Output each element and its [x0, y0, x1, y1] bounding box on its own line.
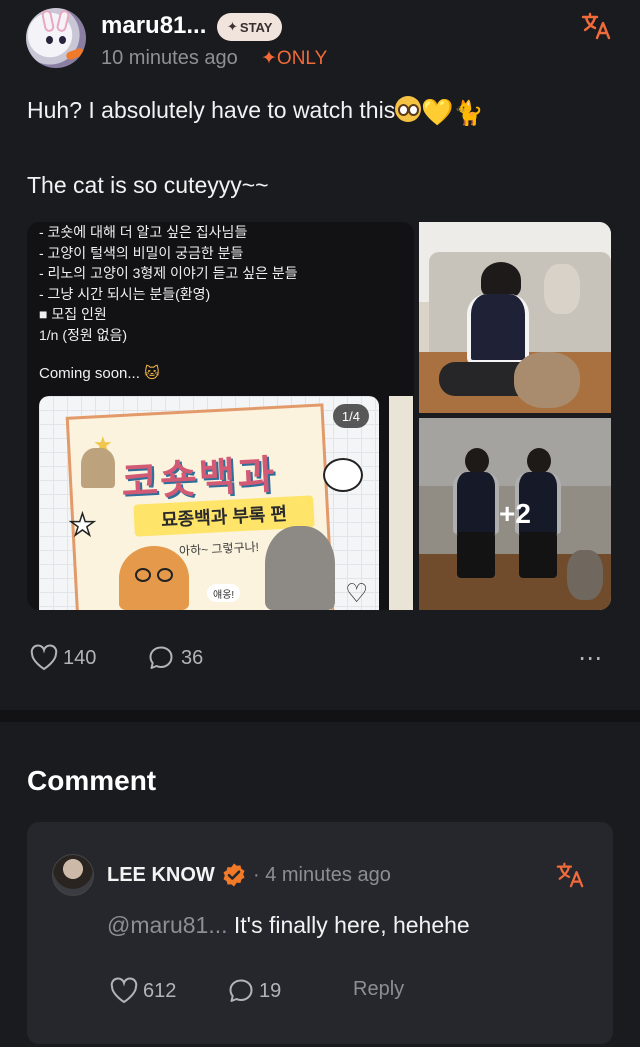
- speech-bubble-icon: [323, 458, 363, 492]
- cat-with-glasses-illustration: [119, 546, 189, 610]
- cat-face-icon: 🐱: [144, 365, 160, 382]
- commenter-avatar[interactable]: [52, 854, 94, 896]
- coming-soon-label: Coming soon...: [39, 365, 140, 382]
- heart-icon: [109, 977, 139, 1005]
- comment-like-button[interactable]: 612: [109, 977, 176, 1005]
- badge-label: STAY: [239, 19, 273, 35]
- like-count: 140: [63, 646, 97, 669]
- media-image-photo-1[interactable]: [419, 222, 611, 413]
- translate-icon[interactable]: [580, 10, 612, 42]
- more-photos-count[interactable]: +2: [419, 418, 611, 610]
- post-text-line2: The cat is so cuteyyy~~: [27, 172, 269, 198]
- only-badge: ✦ONLY: [261, 47, 327, 70]
- cat-icon: 🐈: [453, 100, 484, 127]
- cat-illustration: [81, 448, 115, 488]
- media-image-photo-2[interactable]: +2: [419, 418, 611, 610]
- post-text: Huh? I absolutely have to watch this: [27, 97, 396, 123]
- post-timestamp: 10 minutes ago: [101, 47, 238, 69]
- reply-button[interactable]: Reply: [353, 978, 404, 1001]
- commenter-name[interactable]: LEE KNOW: [107, 864, 215, 887]
- post: maru81... ✦ STAY 10 minutes ago ✦ONLY Hu…: [0, 0, 640, 710]
- only-label: ONLY: [276, 48, 328, 69]
- comment-heading: Comment: [27, 765, 157, 796]
- post-text-line1: Huh? I absolutely have to watch this 💛🐈: [27, 96, 483, 128]
- coming-soon-text: Coming soon... 🐱: [39, 364, 160, 382]
- comment-replies-button[interactable]: 19: [227, 977, 281, 1005]
- carousel-counter: 1/4: [332, 404, 369, 428]
- star-outline-icon: ★: [68, 508, 96, 543]
- sparkle-icon: ✦: [227, 19, 238, 34]
- user-avatar[interactable]: [26, 8, 86, 68]
- like-button[interactable]: 140: [29, 644, 96, 672]
- mention-link[interactable]: @maru81...: [107, 912, 228, 938]
- stay-badge: ✦ STAY: [217, 13, 283, 41]
- cat-illustration: [265, 526, 335, 610]
- comment-text: @maru81... It's finally here, hehehe: [107, 912, 470, 939]
- username[interactable]: maru81...: [101, 12, 206, 40]
- carousel-next-card[interactable]: [389, 396, 413, 610]
- heart-icon: [29, 644, 59, 672]
- comment-body: It's finally here, hehehe: [227, 912, 470, 938]
- notice-text: - 코숏에 대해 더 알고 싶은 집사님들 - 고양이 털색의 비밀이 궁금한 …: [39, 224, 298, 343]
- comment-timestamp: · 4 minutes ago: [253, 864, 391, 886]
- verified-icon: [221, 862, 247, 888]
- pleading-face-icon: [395, 96, 422, 122]
- card-label: 얘옹!: [207, 584, 241, 602]
- comment-count: 36: [181, 646, 204, 669]
- comment-card: LEE KNOW · 4 minutes ago @maru81... It's…: [27, 822, 613, 1044]
- comment-icon: [147, 644, 175, 672]
- cat-photo: [544, 264, 580, 314]
- cat-photo: [514, 352, 580, 408]
- carousel-card[interactable]: ★ 코숏백과 ★ 묘종백과 부록 편 아하~ 그렇구나! 얘옹! ♡ 1/4: [39, 396, 379, 610]
- heart-outline-icon[interactable]: ♡: [345, 578, 368, 609]
- comment-icon: [227, 977, 255, 1005]
- section-divider: [0, 710, 640, 722]
- media-image-main[interactable]: - 코숏에 대해 더 알고 싶은 집사님들 - 고양이 털색의 비밀이 궁금한 …: [27, 222, 414, 610]
- comment-reply-count: 19: [259, 979, 282, 1002]
- more-icon[interactable]: ⋯: [578, 644, 603, 673]
- comment-button[interactable]: 36: [147, 644, 203, 672]
- translate-icon[interactable]: [555, 860, 585, 890]
- yellow-heart-icon: 💛: [421, 97, 454, 127]
- sparkle-icon: ✦: [261, 48, 277, 69]
- comment-like-count: 612: [143, 979, 177, 1002]
